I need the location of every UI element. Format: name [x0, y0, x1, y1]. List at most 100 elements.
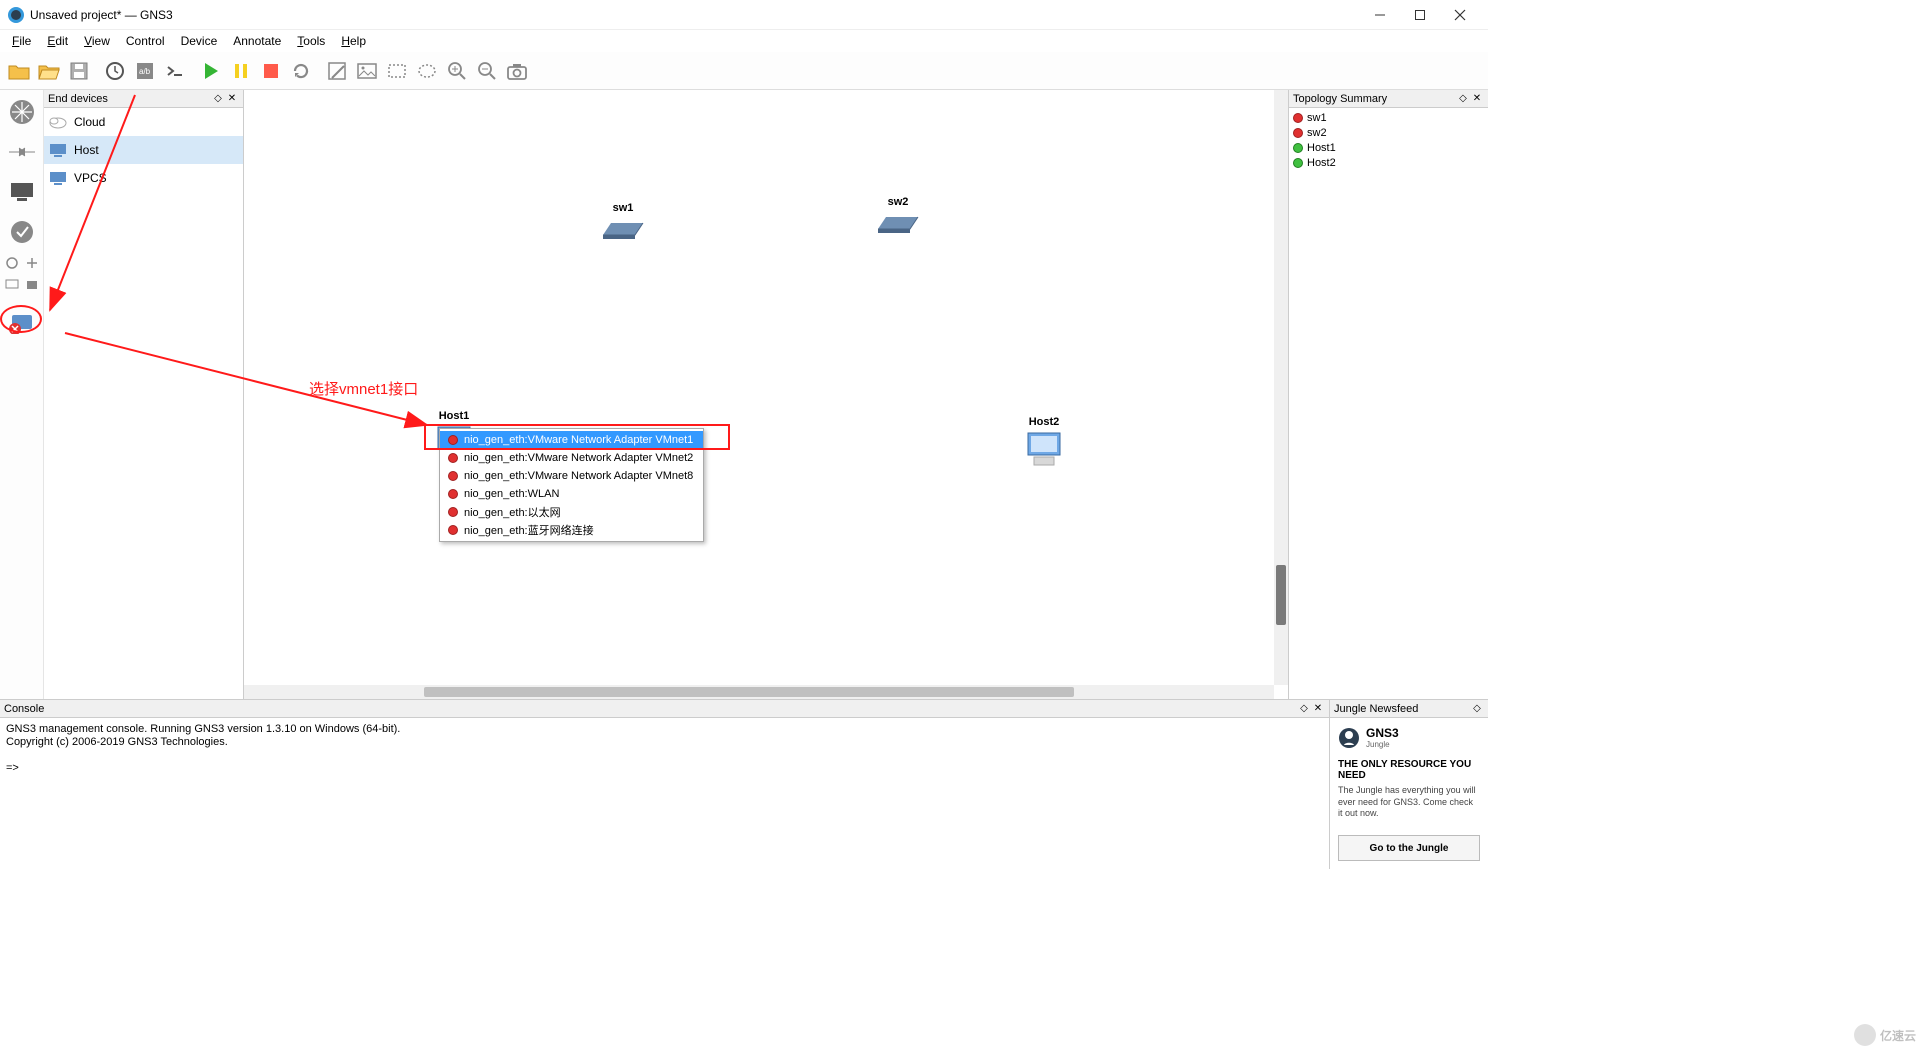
jungle-panel-float-button[interactable]: ◇	[1470, 702, 1484, 716]
ctx-item-wlan[interactable]: nio_gen_eth:WLAN	[440, 485, 703, 503]
ctx-item-vmnet1[interactable]: nio_gen_eth:VMware Network Adapter VMnet…	[440, 431, 703, 449]
topology-panel: Topology Summary ◇ ✕ sw1 sw2 Host1 Host2	[1288, 90, 1488, 699]
go-to-jungle-button[interactable]: Go to the Jungle	[1338, 835, 1480, 861]
maximize-button[interactable]	[1400, 1, 1440, 29]
add-link-button[interactable]	[3, 308, 41, 338]
watermark-text: 亿速云	[1880, 1027, 1916, 1044]
menu-view[interactable]: View	[76, 32, 118, 50]
stop-all-button[interactable]	[256, 56, 286, 86]
status-dot-icon	[1293, 158, 1303, 168]
node-sw1[interactable]: sw1	[599, 202, 647, 241]
menu-control[interactable]: Control	[118, 32, 173, 50]
new-project-button[interactable]	[4, 56, 34, 86]
close-button[interactable]	[1440, 1, 1480, 29]
pause-all-button[interactable]	[226, 56, 256, 86]
topology-item-sw2[interactable]: sw2	[1293, 125, 1484, 140]
node-label: Host1	[439, 410, 470, 422]
screenshot-button[interactable]	[502, 56, 532, 86]
status-dot-icon	[448, 435, 458, 445]
canvas[interactable]: sw1 sw2 Host1 Host2 选择vmnet1接口 ni	[244, 90, 1274, 685]
node-label: Host2	[1029, 416, 1060, 428]
ctx-item-ethernet[interactable]: nio_gen_eth:以太网	[440, 503, 703, 521]
start-all-button[interactable]	[196, 56, 226, 86]
status-dot-icon	[448, 507, 458, 517]
jungle-headline: THE ONLY RESOURCE YOU NEED	[1338, 759, 1480, 781]
left-device-rail	[0, 90, 44, 699]
all-devices-3-button[interactable]	[3, 276, 21, 294]
all-devices-1-button[interactable]	[3, 254, 21, 272]
devices-panel-header: End devices ◇ ✕	[44, 90, 243, 108]
draw-ellipse-button[interactable]	[412, 56, 442, 86]
topology-item-label: sw1	[1307, 112, 1327, 124]
routers-category-button[interactable]	[4, 94, 40, 130]
add-note-button[interactable]	[322, 56, 352, 86]
scrollbar-thumb[interactable]	[424, 687, 1074, 697]
menu-device[interactable]: Device	[173, 32, 226, 50]
security-devices-category-button[interactable]	[4, 214, 40, 250]
jungle-body: GNS3 Jungle THE ONLY RESOURCE YOU NEED T…	[1330, 718, 1488, 869]
status-dot-icon	[448, 489, 458, 499]
canvas-area[interactable]: sw1 sw2 Host1 Host2 选择vmnet1接口 ni	[244, 90, 1288, 699]
menu-file[interactable]: File	[4, 32, 39, 50]
devices-panel-title: End devices	[48, 93, 108, 105]
horizontal-scrollbar[interactable]	[244, 685, 1274, 699]
menu-edit[interactable]: Edit	[39, 32, 76, 50]
console-panel-float-button[interactable]: ◇	[1297, 702, 1311, 716]
zoom-out-button[interactable]	[472, 56, 502, 86]
device-item-vpcs[interactable]: VPCS	[44, 164, 243, 192]
node-host2[interactable]: Host2	[1024, 416, 1064, 467]
insert-image-button[interactable]	[352, 56, 382, 86]
reload-all-button[interactable]	[286, 56, 316, 86]
menu-tools[interactable]: Tools	[289, 32, 333, 50]
switches-category-button[interactable]	[4, 134, 40, 170]
devices-panel-close-button[interactable]: ✕	[225, 92, 239, 106]
main-area: End devices ◇ ✕ Cloud Host VPCS sw1	[0, 90, 1488, 699]
window-title: Unsaved project* — GNS3	[30, 8, 1360, 22]
ctx-label: nio_gen_eth:VMware Network Adapter VMnet…	[464, 452, 693, 464]
menu-annotate[interactable]: Annotate	[225, 32, 289, 50]
switch-icon	[599, 217, 647, 241]
ctx-item-vmnet8[interactable]: nio_gen_eth:VMware Network Adapter VMnet…	[440, 467, 703, 485]
ctx-item-bluetooth[interactable]: nio_gen_eth:蓝牙网络连接	[440, 521, 703, 539]
topology-item-sw1[interactable]: sw1	[1293, 110, 1484, 125]
zoom-in-button[interactable]	[442, 56, 472, 86]
node-sw2[interactable]: sw2	[874, 196, 922, 235]
topology-panel-float-button[interactable]: ◇	[1456, 92, 1470, 106]
draw-rectangle-button[interactable]	[382, 56, 412, 86]
menu-help[interactable]: Help	[333, 32, 374, 50]
device-item-cloud[interactable]: Cloud	[44, 108, 243, 136]
titlebar: Unsaved project* — GNS3	[0, 0, 1488, 30]
console-button[interactable]	[160, 56, 190, 86]
all-devices-2-button[interactable]	[23, 254, 41, 272]
status-dot-icon	[1293, 143, 1303, 153]
scrollbar-thumb[interactable]	[1276, 565, 1286, 625]
devices-list: Cloud Host VPCS	[44, 108, 243, 699]
topology-item-host2[interactable]: Host2	[1293, 155, 1484, 170]
ctx-item-vmnet2[interactable]: nio_gen_eth:VMware Network Adapter VMnet…	[440, 449, 703, 467]
switch-icon	[874, 211, 922, 235]
vertical-scrollbar[interactable]	[1274, 90, 1288, 685]
topology-panel-close-button[interactable]: ✕	[1470, 92, 1484, 106]
snapshot-button[interactable]	[100, 56, 130, 86]
topology-item-label: sw2	[1307, 127, 1327, 139]
window-controls	[1360, 1, 1480, 29]
console-panel-close-button[interactable]: ✕	[1311, 702, 1325, 716]
console-panel-header: Console ◇ ✕	[0, 700, 1329, 718]
save-project-button[interactable]	[64, 56, 94, 86]
show-interface-labels-button[interactable]: a/b	[130, 56, 160, 86]
console-output[interactable]: GNS3 management console. Running GNS3 ve…	[0, 718, 1329, 869]
jungle-brand: GNS3	[1366, 726, 1399, 740]
devices-panel: End devices ◇ ✕ Cloud Host VPCS	[44, 90, 244, 699]
all-devices-4-button[interactable]	[23, 276, 41, 294]
minimize-button[interactable]	[1360, 1, 1400, 29]
node-label: sw2	[888, 196, 909, 208]
topology-panel-title: Topology Summary	[1293, 93, 1387, 105]
ctx-label: nio_gen_eth:以太网	[464, 504, 561, 520]
console-panel: Console ◇ ✕ GNS3 management console. Run…	[0, 700, 1330, 869]
open-project-button[interactable]	[34, 56, 64, 86]
status-dot-icon	[1293, 113, 1303, 123]
topology-item-host1[interactable]: Host1	[1293, 140, 1484, 155]
end-devices-category-button[interactable]	[4, 174, 40, 210]
device-item-host[interactable]: Host	[44, 136, 243, 164]
devices-panel-float-button[interactable]: ◇	[211, 92, 225, 106]
